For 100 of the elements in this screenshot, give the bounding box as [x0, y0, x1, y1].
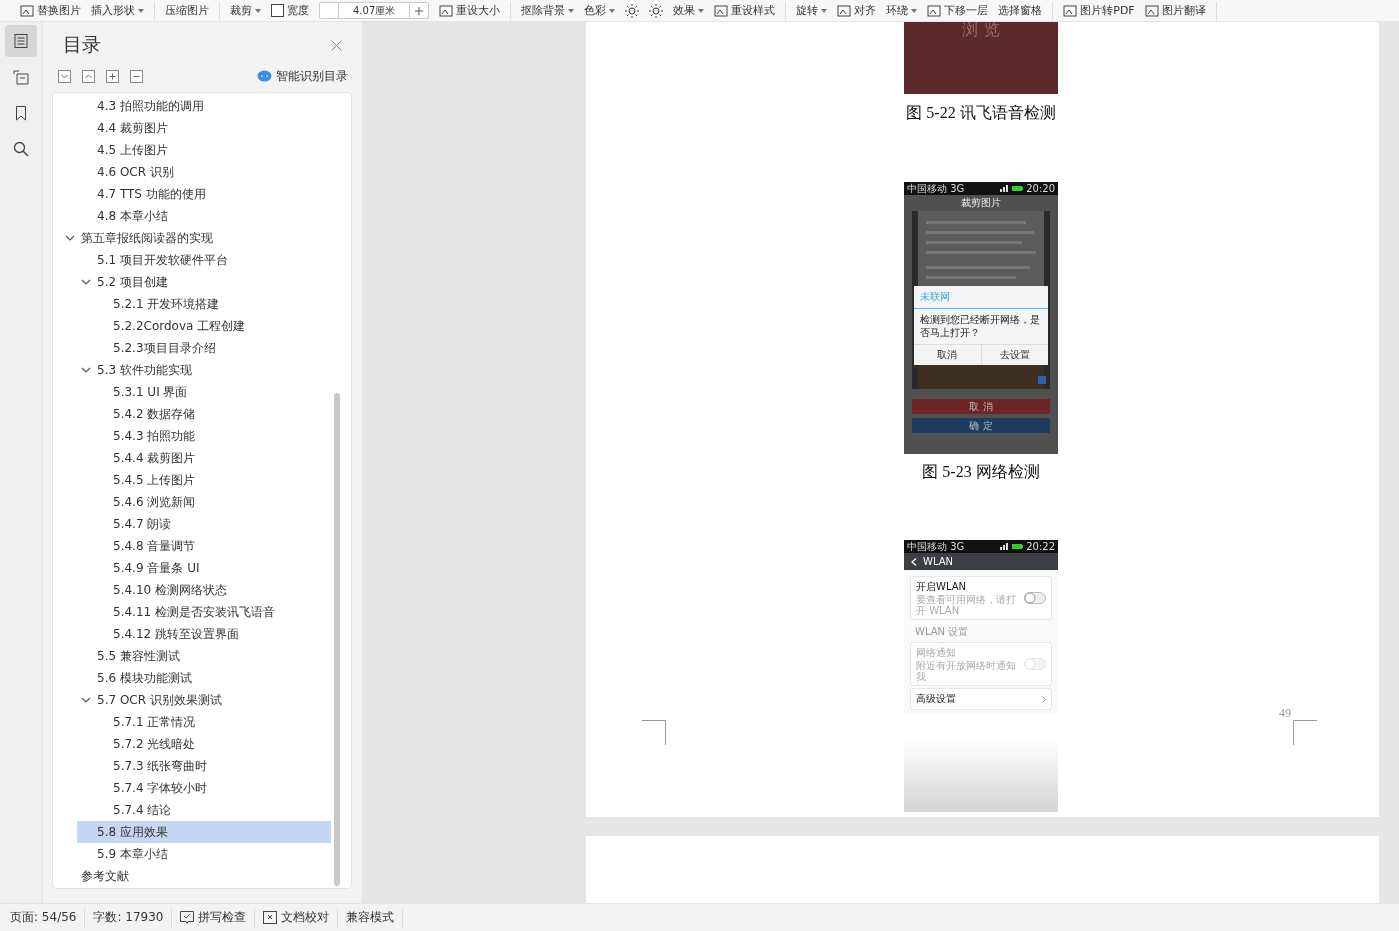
- toc-item[interactable]: 5.7 OCR 识别效果测试: [77, 689, 331, 711]
- caret-icon: [255, 8, 261, 13]
- caret-icon: [568, 8, 575, 13]
- toc-item[interactable]: 5.3.1 UI 界面: [93, 381, 331, 403]
- spell-check-button[interactable]: 拼写检查: [172, 907, 256, 928]
- toolbar-dropdown[interactable]: 插入形状: [91, 3, 144, 18]
- toc-item[interactable]: 5.7.4 结论: [93, 799, 331, 821]
- toc-item[interactable]: 5.7.4 字体较小时: [93, 777, 331, 799]
- picture-tool-icon: [1063, 4, 1078, 17]
- screen-title: 裁剪图片: [961, 196, 1001, 210]
- proofread-icon: [263, 911, 278, 924]
- toc-item[interactable]: 5.2.1 开发环境搭建: [93, 293, 331, 315]
- toc-item[interactable]: 4.4 裁剪图片: [77, 117, 331, 139]
- picture-tool-icon: [1144, 4, 1159, 17]
- screen-title: WLAN: [923, 556, 953, 567]
- toolbar-button[interactable]: 对齐: [837, 3, 877, 18]
- nav-button[interactable]: [5, 25, 37, 57]
- toolbar-button[interactable]: 图片转PDF: [1063, 3, 1135, 18]
- toc-item[interactable]: 第五章报纸阅读器的实现: [61, 227, 331, 249]
- toolbar-dropdown[interactable]: 旋转: [796, 3, 828, 18]
- toc-item[interactable]: 4.8 本章小结: [77, 205, 331, 227]
- width-field[interactable]: 4.07厘米: [319, 2, 430, 19]
- toc-item[interactable]: 5.4.2 数据存储: [93, 403, 331, 425]
- toc-item[interactable]: 5.2.2Cordova 工程创建: [93, 315, 331, 337]
- toc-item[interactable]: 5.4.8 音量调节: [93, 535, 331, 557]
- toolbar-dropdown[interactable]: 效果: [673, 3, 705, 18]
- section-label: WLAN 设置: [914, 625, 970, 639]
- toc-item[interactable]: 5.7.3 纸张弯曲时: [93, 755, 331, 777]
- proofread-button[interactable]: 文档校对: [255, 907, 339, 928]
- status-text: 字数: 17930: [85, 907, 173, 928]
- expand-icon[interactable]: [106, 69, 119, 83]
- toolbar-button[interactable]: 替换图片: [20, 3, 81, 18]
- toc-item[interactable]: 5.4.11 检测是否安装讯飞语音: [93, 601, 331, 623]
- caret-icon: [138, 8, 144, 13]
- toc-item[interactable]: 5.8 应用效果: [77, 821, 331, 843]
- picture-tool-icon: [837, 4, 852, 17]
- row-title: 开启WLAN: [916, 580, 967, 594]
- carrier-text: 中国移动 3G: [907, 183, 965, 194]
- caret-icon: [821, 8, 828, 13]
- toolbar-button[interactable]: 下移一层: [927, 3, 989, 18]
- collapse-down-icon[interactable]: [58, 69, 71, 83]
- toc-item[interactable]: 4.7 TTS 功能的使用: [77, 183, 331, 205]
- figure-caption: 图 5-23 网络检测: [922, 462, 1040, 482]
- toc-item[interactable]: 5.4.5 上传图片: [93, 469, 331, 491]
- back-icon: [911, 557, 917, 566]
- picture-tool-icon: [20, 4, 34, 17]
- chevron-icon[interactable]: [81, 365, 91, 375]
- toc-item[interactable]: 5.4.9 音量条 UI: [93, 557, 331, 579]
- lock-ratio-checkbox[interactable]: 宽度: [271, 3, 309, 18]
- toc-item[interactable]: 4.3 拍照功能的调用: [77, 95, 331, 117]
- toc-item[interactable]: 5.2.3项目目录介绍: [93, 337, 331, 359]
- toc-item[interactable]: 5.1 项目开发软硬件平台: [77, 249, 331, 271]
- brightness-icon[interactable]: [649, 3, 664, 18]
- caret-icon: [698, 8, 705, 13]
- toolbar-dropdown[interactable]: 色彩: [584, 3, 616, 18]
- dialog-title: 未联网: [914, 286, 1048, 309]
- smart-toc-button[interactable]: 智能识别目录: [257, 67, 348, 85]
- toc-item[interactable]: 5.4.10 检测网络状态: [93, 579, 331, 601]
- picture-tool-icon: [714, 4, 729, 17]
- toolbar-button[interactable]: 重设样式: [714, 3, 776, 18]
- toc-item[interactable]: 5.9 本章小结: [77, 843, 331, 865]
- toc-item[interactable]: 5.6 模块功能测试: [77, 667, 331, 689]
- toc-item[interactable]: 4.6 OCR 识别: [77, 161, 331, 183]
- toolbar-dropdown[interactable]: 裁剪: [230, 3, 261, 18]
- figure-caption: 图 5-22 讯飞语音检测: [906, 103, 1056, 123]
- signal-battery-icon: [1000, 185, 1024, 192]
- brightness-icon[interactable]: [625, 3, 640, 18]
- toc-item[interactable]: 5.4.12 跳转至设置界面: [93, 623, 331, 645]
- scrollbar[interactable]: [334, 393, 340, 886]
- crop-mark: [642, 720, 666, 745]
- clock-text: 20:20: [1026, 183, 1055, 194]
- toc-item[interactable]: 5.4.3 拍照功能: [93, 425, 331, 447]
- signal-battery-icon: [1000, 543, 1024, 550]
- toc-item[interactable]: 5.4.6 浏览新闻: [93, 491, 331, 513]
- toolbar-dropdown[interactable]: 抠除背景: [521, 3, 575, 18]
- collapse-icon[interactable]: [130, 69, 143, 83]
- cloud-icon: [257, 70, 272, 82]
- toc-item[interactable]: 5.7.2 光线暗处: [93, 733, 331, 755]
- toolbar-button[interactable]: 重设大小: [439, 3, 501, 18]
- toc-item[interactable]: 5.7.1 正常情况: [93, 711, 331, 733]
- plus-icon[interactable]: [415, 6, 424, 15]
- chevron-icon[interactable]: [81, 695, 91, 705]
- toc-item[interactable]: 5.4.7 朗读: [93, 513, 331, 535]
- page-number: 49: [1279, 706, 1291, 721]
- collapse-up-icon[interactable]: [82, 69, 95, 83]
- toolbar-button[interactable]: 选择窗格: [998, 3, 1043, 18]
- toc-item[interactable]: 参考文献: [61, 865, 331, 887]
- toc-item[interactable]: 4.5 上传图片: [77, 139, 331, 161]
- chevron-icon[interactable]: [81, 277, 91, 287]
- toolbar-dropdown[interactable]: 环绕: [886, 3, 918, 18]
- picture-tool-icon: [439, 4, 454, 17]
- clock-text: 20:22: [1026, 541, 1055, 552]
- chevron-icon[interactable]: [65, 233, 75, 243]
- toc-item[interactable]: 5.4.4 裁剪图片: [93, 447, 331, 469]
- toc-item[interactable]: 5.3 软件功能实现: [77, 359, 331, 381]
- toolbar-button[interactable]: 图片翻译: [1144, 3, 1206, 18]
- close-icon[interactable]: [331, 39, 342, 51]
- toc-item[interactable]: 5.5 兼容性测试: [77, 645, 331, 667]
- toolbar-button[interactable]: 压缩图片: [165, 3, 209, 18]
- toc-item[interactable]: 5.2 项目创建: [77, 271, 331, 293]
